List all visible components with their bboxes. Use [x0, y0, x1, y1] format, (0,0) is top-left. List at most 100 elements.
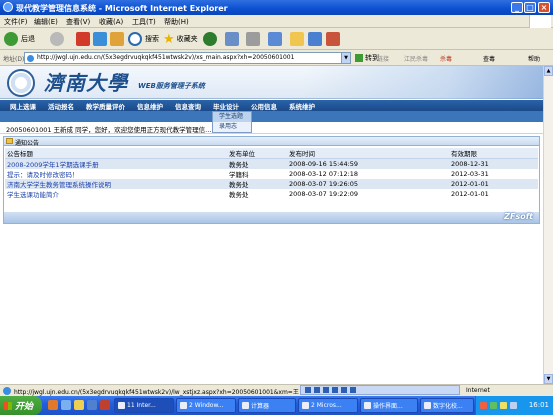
quicklaunch-icon[interactable]	[48, 400, 58, 410]
favorites-label: 收藏夹	[176, 35, 198, 43]
go-button[interactable]: 转到	[355, 53, 379, 63]
notice-table: 公告标题 发布单位 发布时间 有效期限 2008-2009学年1学期选课手册 教…	[5, 148, 538, 199]
maximize-button[interactable]: □	[524, 2, 536, 13]
refresh-button[interactable]	[93, 31, 107, 47]
notice-link[interactable]: 学生选课功能简介	[5, 189, 227, 199]
menu-help[interactable]: 帮助(H)	[164, 17, 189, 27]
research-button[interactable]	[326, 31, 340, 47]
menu-file[interactable]: 文件(F)	[4, 17, 28, 27]
mail-button[interactable]	[225, 31, 239, 47]
taskbar-item[interactable]: 计算器	[238, 398, 296, 413]
vertical-scrollbar[interactable]: ▲ ▼	[543, 66, 553, 384]
folder-button[interactable]	[290, 31, 304, 47]
quicklaunch-icon[interactable]	[61, 400, 71, 410]
mail-icon	[225, 32, 239, 46]
quicklaunch-icon[interactable]	[100, 400, 110, 410]
close-button[interactable]: ×	[538, 2, 550, 13]
notice-link[interactable]: 提示：请及时修改密码！	[5, 169, 227, 179]
menu-tools[interactable]: 工具(T)	[132, 17, 156, 27]
check-virus-button[interactable]: 查毒	[483, 54, 495, 63]
messenger-icon	[308, 32, 322, 46]
forward-button[interactable]	[50, 31, 64, 47]
address-label: 地址(D)	[3, 56, 25, 63]
nav-teaching-evaluation[interactable]: 教学质量评价	[86, 101, 125, 111]
nav-activity-signup[interactable]: 活动报名	[48, 101, 74, 111]
windows-logo-icon	[529, 15, 551, 28]
notice-expiry: 2012-03-31	[451, 170, 489, 178]
ime-icon[interactable]	[332, 387, 338, 393]
history-icon	[203, 32, 217, 46]
notice-expiry: 2012-01-01	[449, 179, 538, 189]
ime-icon[interactable]	[323, 387, 329, 393]
kill-virus-button[interactable]: 杀毒	[440, 54, 452, 63]
minimize-button[interactable]: _	[511, 2, 523, 13]
edit-button[interactable]	[268, 31, 282, 47]
tray-icon[interactable]	[480, 402, 487, 409]
antivirus-help-button[interactable]: 帮助	[528, 54, 540, 63]
search-button[interactable]: 搜索	[128, 31, 159, 47]
favorites-button[interactable]: ★ 收藏夹	[163, 31, 198, 47]
table-row: 2008-2009学年1学期选课手册 教务处 2008-09-16 15:44:…	[5, 158, 538, 169]
ime-icon[interactable]	[341, 387, 347, 393]
notice-time: 2008-03-12 07:12:18	[289, 170, 359, 178]
welcome-bar: 20050601001 王新成 同学，您好，欢迎您使用正方现代教学管理信...	[0, 122, 543, 134]
search-icon	[128, 32, 142, 46]
ime-icon[interactable]	[350, 387, 356, 393]
tray-icon[interactable]	[490, 402, 497, 409]
taskbar-item[interactable]: 11 Inter...	[114, 398, 174, 413]
volume-icon[interactable]	[510, 402, 517, 409]
nav-system-maintenance[interactable]: 系统维护	[289, 101, 315, 111]
taskbar-item[interactable]: 2 Micros...	[298, 398, 358, 413]
taskbar-item[interactable]: 操作界面...	[360, 398, 418, 413]
university-seal-icon	[7, 69, 35, 97]
notice-unit: 学籍科	[229, 171, 249, 179]
table-header-row: 公告标题 发布单位 发布时间 有效期限	[5, 148, 538, 159]
back-button[interactable]: 后退	[4, 31, 35, 47]
address-input[interactable]: http://jwgl.ujn.edu.cn/(5x3egdrvuqkqkf45…	[24, 52, 342, 64]
menu-edit[interactable]: 编辑(E)	[34, 17, 58, 27]
notice-link[interactable]: 2008-2009学年1学期选课手册	[5, 158, 227, 169]
jiangmin-label[interactable]: 江民杀毒	[404, 54, 428, 63]
edit-icon	[268, 32, 282, 46]
menu-item-admission[interactable]: 录用志	[213, 122, 251, 132]
notice-link[interactable]: 济南大学学生教务管理系统操作说明	[5, 179, 227, 189]
scroll-up-icon[interactable]: ▲	[544, 66, 553, 76]
sub-nav-bar	[0, 111, 543, 122]
history-button[interactable]	[203, 31, 217, 47]
scroll-down-icon[interactable]: ▼	[544, 374, 553, 384]
language-bar[interactable]	[300, 385, 460, 395]
tray-icon[interactable]	[500, 402, 507, 409]
nav-public-info[interactable]: 公用信息	[251, 101, 277, 111]
nav-course-selection[interactable]: 网上选课	[10, 101, 36, 111]
notice-expiry: 2008-12-31	[449, 158, 538, 169]
ime-icon[interactable]	[305, 387, 311, 393]
menu-view[interactable]: 查看(V)	[66, 17, 90, 27]
taskbar-item[interactable]: 数字化校...	[420, 398, 474, 413]
start-button[interactable]: 开始	[0, 396, 42, 415]
print-icon	[246, 32, 260, 46]
windows-flag-icon	[4, 401, 12, 410]
start-label: 开始	[15, 402, 34, 412]
taskbar-item[interactable]: 2 Window...	[176, 398, 236, 413]
ime-icon[interactable]	[314, 387, 320, 393]
quicklaunch-icon[interactable]	[74, 400, 84, 410]
nav-info-query[interactable]: 信息查询	[175, 101, 201, 111]
quicklaunch-icon[interactable]	[87, 400, 97, 410]
star-icon: ★	[163, 31, 175, 47]
page-status-icon	[3, 387, 11, 395]
messenger-button[interactable]	[308, 31, 322, 47]
print-button[interactable]	[246, 31, 260, 47]
address-dropdown-icon[interactable]: ▼	[341, 52, 351, 64]
system-tray: 16:01	[475, 396, 553, 415]
research-icon	[326, 32, 340, 46]
stop-button[interactable]	[76, 31, 90, 47]
nav-info-maintenance[interactable]: 信息维护	[137, 101, 163, 111]
links-label[interactable]: 链接	[377, 54, 389, 63]
home-button[interactable]	[110, 31, 124, 47]
nav-graduation-design[interactable]: 毕业设计	[213, 101, 239, 111]
menu-favorites[interactable]: 收藏(A)	[99, 17, 123, 27]
notice-expiry: 2012-01-01	[451, 190, 489, 198]
menu-item-topic-selection[interactable]: 学生选题	[213, 112, 251, 122]
main-nav: 网上选课 活动报名 教学质量评价 信息维护 信息查询 毕业设计 公用信息 系统维…	[0, 100, 543, 111]
column-header-time: 发布时间	[287, 148, 449, 159]
